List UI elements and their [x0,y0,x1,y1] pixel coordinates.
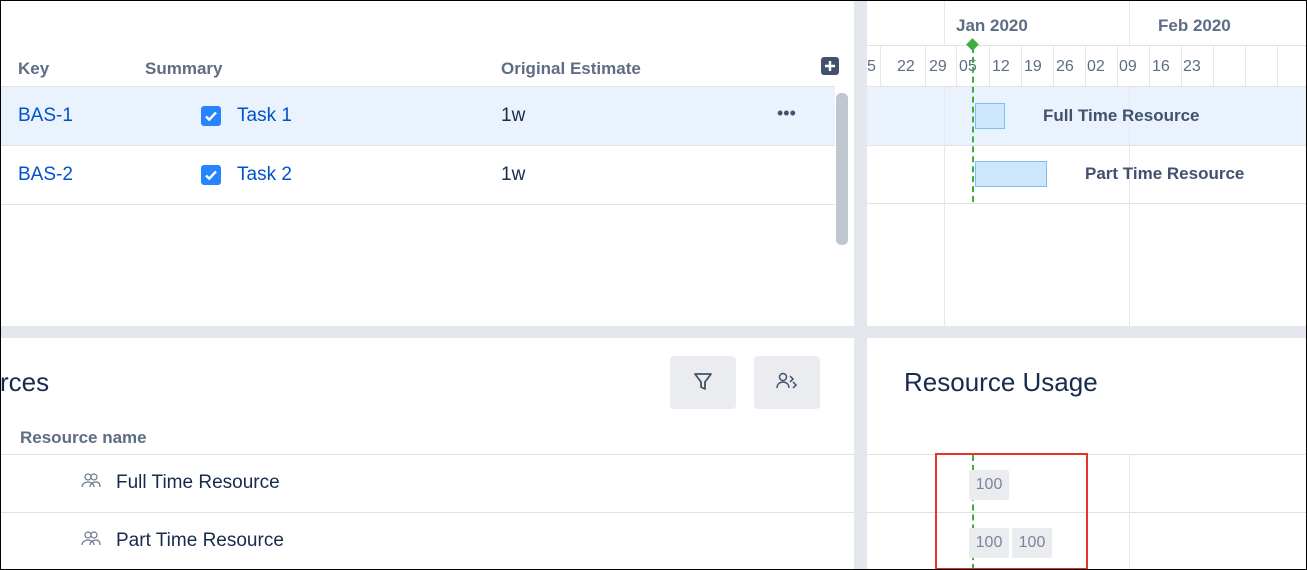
issue-summary-link[interactable]: Task 2 [237,164,292,186]
gantt-bar-label: Part Time Resource [1085,164,1245,183]
timeline-day-label: 09 [1119,58,1137,75]
timeline-day-label: 5 [867,58,876,75]
task-type-icon [201,106,221,126]
vertical-splitter[interactable] [854,0,867,570]
timeline-day-row: 5 22 29 05 12 19 26 02 09 16 23 [867,45,1307,86]
original-estimate-value[interactable]: 1w [501,164,525,186]
month-gridline [944,87,945,326]
day-separator [880,45,881,86]
original-estimate-value[interactable]: 1w [501,105,525,127]
timeline-month-label: Jan 2020 [956,16,1028,35]
gantt-bar[interactable] [975,161,1047,187]
timeline-day-label: 19 [1024,58,1042,75]
timeline-month-label: Feb 2020 [1158,16,1231,35]
day-separator [1149,45,1150,86]
day-separator [1053,45,1054,86]
list-item[interactable]: Part Time Resource [0,513,854,570]
column-header-summary[interactable]: Summary [145,59,222,79]
resource-name[interactable]: Part Time Resource [116,530,284,552]
month-separator [1129,0,1130,45]
today-line [972,47,974,202]
column-header-original-estimate[interactable]: Original Estimate [501,59,641,79]
highlight-box [935,453,1088,570]
timeline-day-label: 29 [929,58,947,75]
resource-name[interactable]: Full Time Resource [116,472,280,494]
filter-icon [694,373,712,390]
day-separator [1181,45,1182,86]
filter-button[interactable] [670,356,736,409]
timeline-row-divider [867,203,1307,204]
resource-group-icon [81,473,101,488]
month-gridline [1129,455,1130,570]
table-row[interactable]: BAS-2 Task 2 1w [0,146,835,205]
task-type-icon [201,165,221,185]
column-header-resource-name[interactable]: Resource name [20,428,147,448]
resources-title: rces [0,367,50,397]
issue-summary-link[interactable]: Task 1 [237,105,292,127]
timeline-day-label: 23 [1183,58,1201,75]
gantt-bar[interactable] [975,103,1005,129]
day-separator [1085,45,1086,86]
table-row[interactable]: BAS-1 Task 1 1w ••• [0,87,835,146]
timeline-day-label: 05 [959,58,977,75]
list-item[interactable]: Full Time Resource [0,455,854,513]
timeline-day-label: 26 [1056,58,1074,75]
timeline-day-label: 12 [992,58,1010,75]
day-separator [1213,45,1214,86]
day-separator [1277,45,1278,86]
column-header-key[interactable]: Key [18,59,49,79]
gantt-bar-label: Full Time Resource [1043,106,1200,125]
add-column-icon[interactable] [821,57,839,75]
people-icon [776,372,798,389]
day-separator [956,45,957,86]
resource-group-icon [81,531,101,546]
timeline-day-label: 22 [897,58,915,75]
day-separator [1021,45,1022,86]
table-scrollbar[interactable] [836,93,848,245]
day-separator [925,45,926,86]
day-separator [1245,45,1246,86]
resource-settings-button[interactable] [754,356,820,409]
horizontal-splitter[interactable] [0,326,1307,338]
issue-key-link[interactable]: BAS-2 [18,164,73,186]
timeline-day-label: 02 [1087,58,1105,75]
resource-usage-title: Resource Usage [904,367,1098,397]
timeline-row-divider [867,145,1307,146]
row-actions-more-icon[interactable]: ••• [777,103,796,124]
day-separator [989,45,990,86]
timeline-day-label: 16 [1152,58,1170,75]
day-separator [1117,45,1118,86]
month-separator [944,0,945,45]
issue-key-link[interactable]: BAS-1 [18,105,73,127]
